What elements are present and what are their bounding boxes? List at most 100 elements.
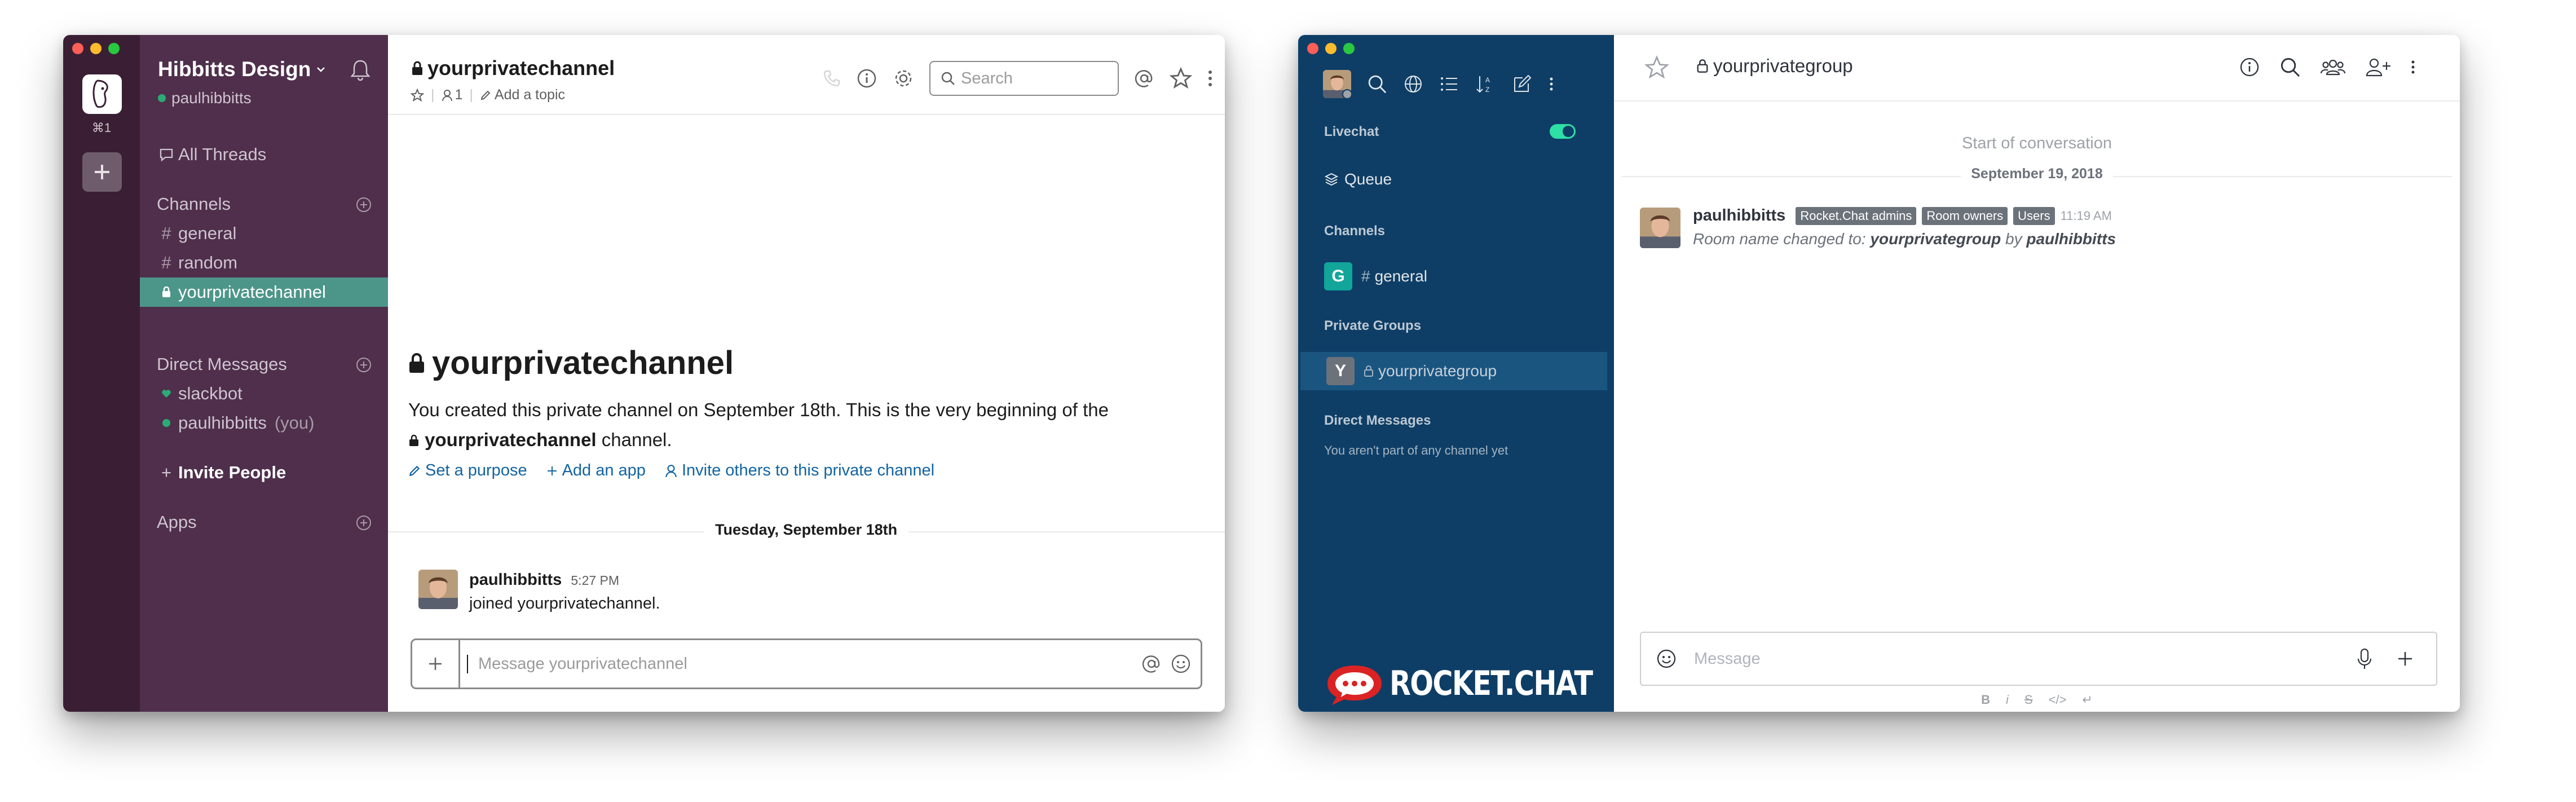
phone-icon[interactable]: [822, 69, 841, 88]
star-icon[interactable]: [411, 88, 424, 102]
intro-channel-name[interactable]: yourprivatechannel: [425, 429, 596, 450]
bell-icon[interactable]: [350, 59, 371, 81]
add-dm-icon[interactable]: [355, 356, 372, 373]
emoji-icon[interactable]: [1170, 653, 1192, 675]
start-of-conversation: Start of conversation: [1962, 134, 2112, 152]
sidebar-item-yourprivategroup[interactable]: Y yourprivategroup: [1300, 352, 1607, 390]
search-icon[interactable]: [2279, 56, 2301, 78]
room-avatar: Y: [1326, 357, 1355, 385]
more-vertical-icon[interactable]: [1549, 76, 1554, 92]
window-controls: [72, 43, 120, 54]
mentions-icon[interactable]: [1133, 68, 1155, 89]
zoom-window-button[interactable]: [108, 43, 120, 54]
italic-button[interactable]: i: [2006, 693, 2009, 707]
person-icon: [665, 464, 677, 477]
sort-icon[interactable]: AZ: [1475, 74, 1496, 94]
mention-icon[interactable]: [1141, 653, 1162, 675]
sidebar-item-yourprivatechannel[interactable]: yourprivatechannel: [140, 277, 388, 307]
avatar[interactable]: [1640, 208, 1680, 248]
strike-button[interactable]: S: [2024, 693, 2033, 707]
formatting-toolbar: B i S </> ↵: [1614, 693, 2460, 707]
gear-icon[interactable]: [892, 67, 915, 90]
add-workspace-button[interactable]: [82, 152, 122, 192]
close-window-button[interactable]: [1307, 43, 1318, 54]
multiline-button[interactable]: ↵: [2082, 693, 2092, 707]
globe-icon[interactable]: [1403, 74, 1423, 94]
microphone-icon[interactable]: [2357, 647, 2372, 670]
all-threads-item[interactable]: All Threads: [140, 140, 388, 169]
plus-icon[interactable]: [2397, 650, 2414, 667]
set-purpose-link[interactable]: Set a purpose: [408, 461, 527, 480]
date-divider: Tuesday, September 18th: [704, 521, 909, 539]
emoji-icon[interactable]: [1656, 648, 1677, 669]
invite-others-link[interactable]: Invite others to this private channel: [665, 461, 934, 480]
info-icon[interactable]: [856, 68, 877, 89]
rocket-logo-icon: [1327, 666, 1382, 705]
bold-button[interactable]: B: [1981, 693, 1990, 707]
sidebar-item-random[interactable]: # random: [140, 248, 388, 277]
message-input[interactable]: Message yourprivatechannel: [467, 654, 1141, 673]
more-vertical-icon[interactable]: [1207, 68, 1214, 89]
message-input[interactable]: Message: [1677, 650, 2357, 668]
message-author[interactable]: paulhibbitts 5:27 PM: [469, 571, 619, 589]
add-channel-icon[interactable]: [355, 196, 372, 213]
star-icon[interactable]: [1170, 67, 1192, 90]
dm-label: paulhibbitts: [178, 413, 267, 433]
search-input[interactable]: Search: [929, 61, 1119, 96]
sidebar-item-general[interactable]: # general: [140, 219, 388, 248]
queue-item[interactable]: Queue: [1324, 170, 1392, 188]
presence-dot-icon: [158, 94, 166, 102]
workspace-shortcut: ⌘1: [91, 121, 112, 135]
workspace-rail: ⌘1: [63, 35, 140, 712]
workspace-switcher-icon[interactable]: [82, 74, 122, 114]
compose-icon[interactable]: [1511, 73, 1533, 95]
team-name-menu[interactable]: Hibbitts Design: [158, 58, 325, 81]
sidebar-item-general[interactable]: G # general: [1298, 257, 1605, 296]
list-icon[interactable]: [1439, 74, 1459, 94]
hash-icon: #: [161, 223, 171, 243]
team-name: Hibbitts Design: [158, 58, 311, 81]
add-app-label: Add an app: [562, 461, 646, 479]
avatar[interactable]: [418, 570, 458, 609]
current-user: paulhibbitts: [158, 89, 252, 107]
channel-title[interactable]: yourprivatechannel: [411, 56, 615, 80]
dm-empty-text: You aren't part of any channel yet: [1324, 443, 1508, 457]
intro-text-after: channel.: [601, 429, 672, 450]
zoom-window-button[interactable]: [1343, 43, 1355, 54]
sidebar-toolbar: AZ: [1323, 70, 1554, 98]
channel-header: yourprivatechannel | 1 | Add a topic Sea…: [388, 35, 1225, 115]
member-count[interactable]: 1: [442, 87, 463, 103]
star-icon[interactable]: [1644, 55, 1669, 80]
minimize-window-button[interactable]: [1325, 43, 1336, 54]
search-icon[interactable]: [1367, 74, 1387, 94]
attach-button[interactable]: [412, 640, 460, 688]
add-topic-link[interactable]: Add a topic: [480, 87, 565, 103]
room-title[interactable]: yourprivategroup: [1696, 55, 1853, 77]
livechat-toggle[interactable]: [1550, 124, 1576, 139]
code-button[interactable]: </>: [2049, 693, 2067, 707]
member-count-value: 1: [455, 87, 463, 103]
add-user-icon[interactable]: [2365, 56, 2391, 78]
avatar[interactable]: [1323, 70, 1351, 98]
intro-text-before: You created this private channel on Sept…: [408, 399, 1109, 420]
info-icon[interactable]: [2239, 56, 2260, 78]
dm-section-header[interactable]: Direct Messages: [140, 350, 388, 379]
channels-section-header[interactable]: Channels: [140, 190, 388, 219]
dm-you-suffix: (you): [274, 413, 315, 433]
lock-icon: [409, 352, 424, 373]
sidebar-item-paulhibbitts[interactable]: paulhibbitts (you): [140, 408, 388, 438]
chevron-down-icon: [317, 67, 325, 72]
members-icon[interactable]: [2320, 56, 2346, 78]
minimize-window-button[interactable]: [90, 43, 102, 54]
close-window-button[interactable]: [72, 43, 83, 54]
invite-people-button[interactable]: + Invite People: [140, 458, 388, 487]
sidebar-item-slackbot[interactable]: slackbot: [140, 379, 388, 408]
add-app-icon[interactable]: [355, 514, 372, 531]
message-time: 5:27 PM: [571, 573, 620, 588]
rocketchat-main-pane: yourprivategroup Start of conversation S…: [1614, 35, 2460, 712]
more-vertical-icon[interactable]: [2410, 59, 2416, 76]
apps-section-header[interactable]: Apps: [140, 508, 388, 537]
role-badge: Room owners: [1922, 206, 2008, 225]
message-author[interactable]: paulhibbitts: [1693, 206, 1785, 225]
add-app-link[interactable]: Add an app: [546, 461, 646, 480]
